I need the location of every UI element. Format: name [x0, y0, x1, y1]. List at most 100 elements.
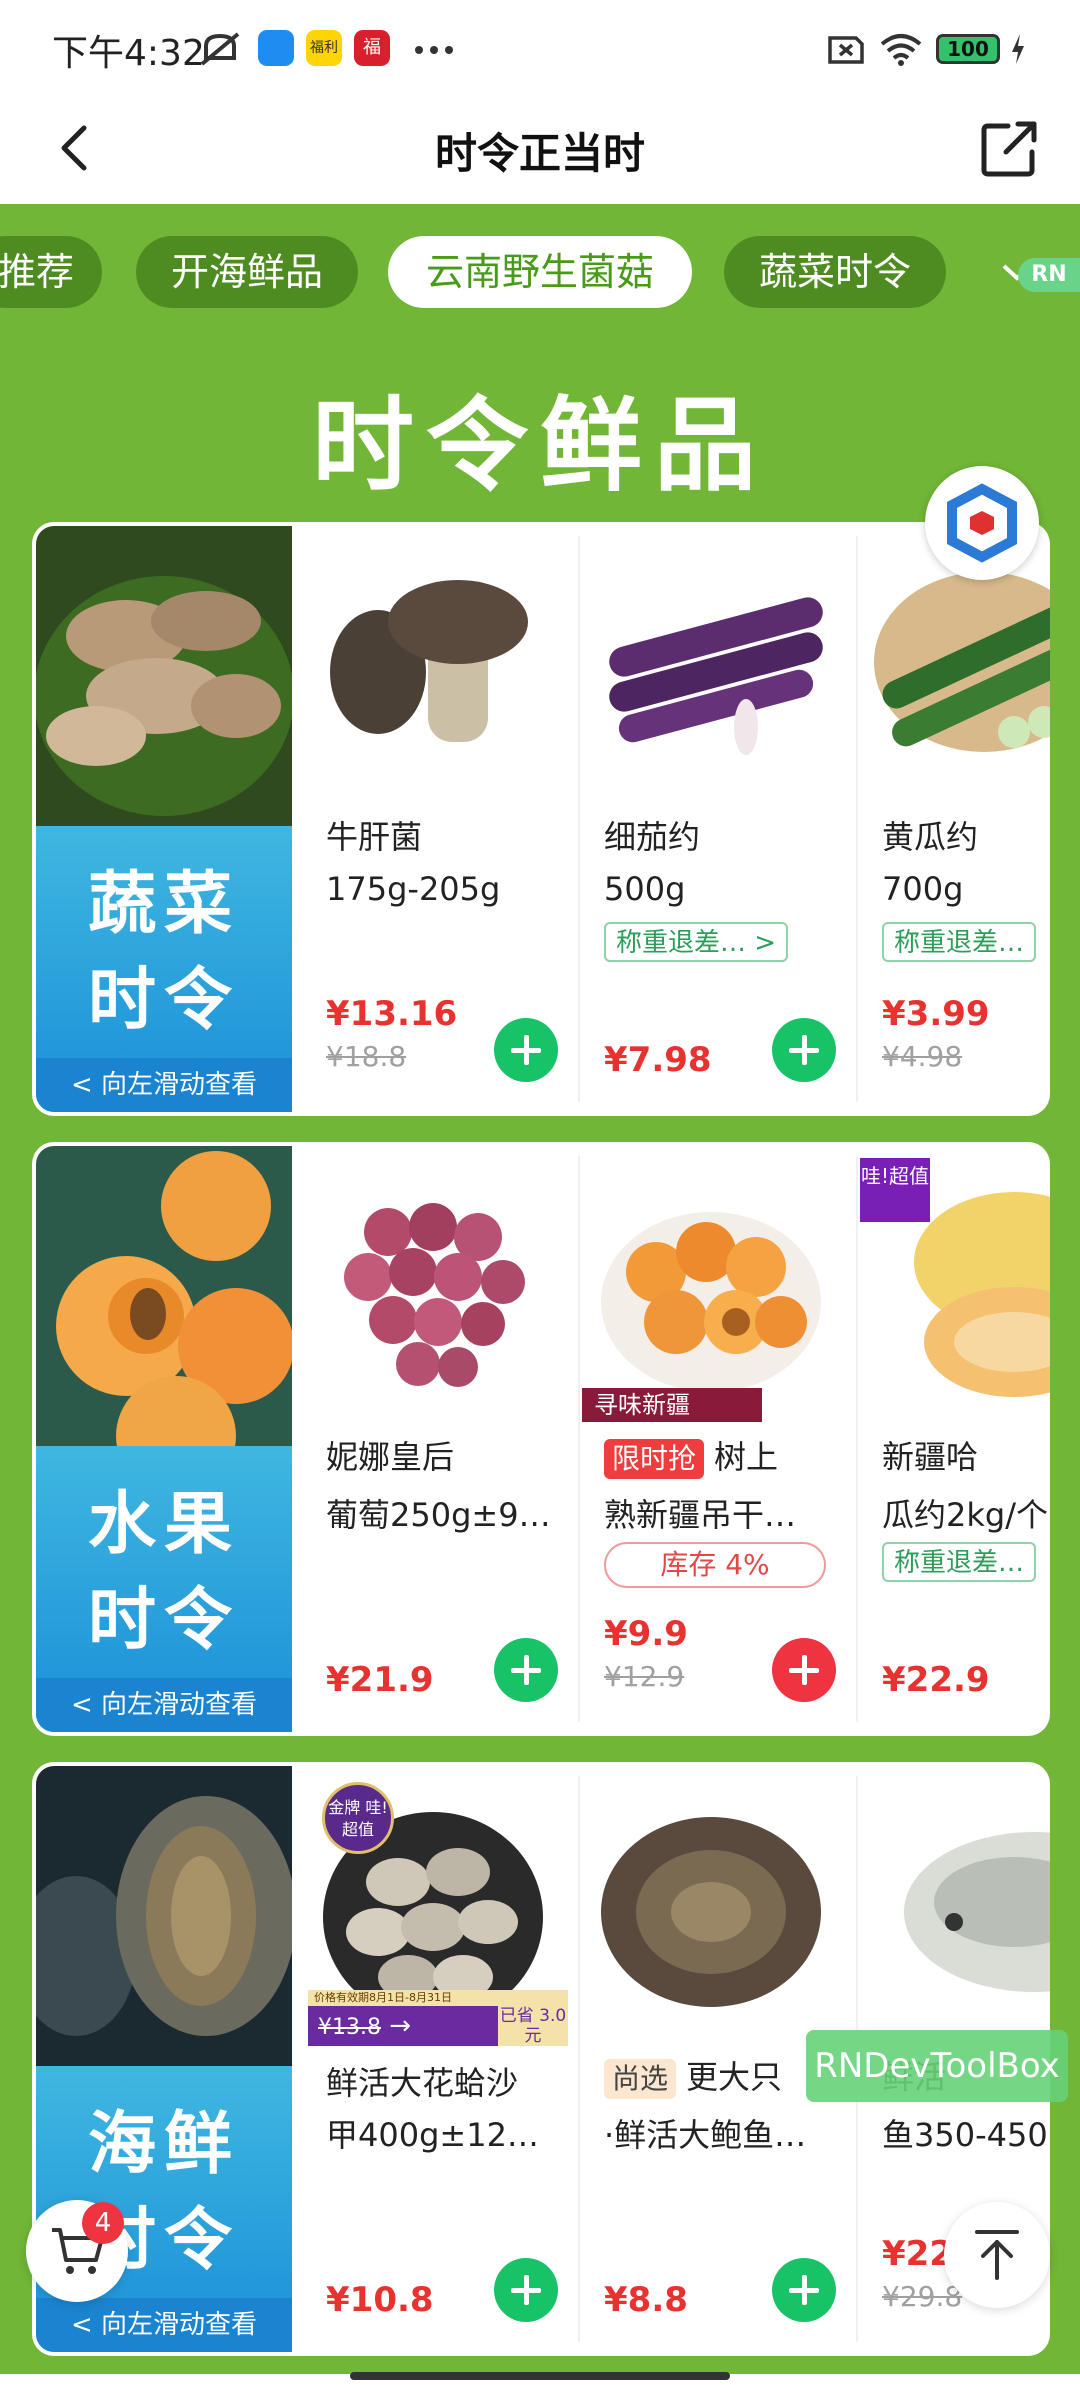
swipe-hint: < 向左滑动查看: [36, 1678, 292, 1732]
banner-line-1: 海鲜: [87, 2104, 240, 2184]
grape-image: [344, 1203, 525, 1387]
product-card[interactable]: 时令牛肝菌 175g-205g ¥13.16 ¥18.8: [294, 522, 572, 1116]
status-bar: 下午4:32 福利 福 100: [0, 0, 1080, 96]
product-title-line: 时令新疆哈: [882, 1432, 1050, 1478]
add-to-cart-button[interactable]: [494, 1638, 558, 1702]
product-title-line: 鲜活大花蛤沙: [326, 2058, 606, 2104]
product-card[interactable]: 哇!超值 时令新疆哈 瓜约2kg/个 称重退差… ¥22.9: [850, 1142, 1050, 1736]
tabs-expand[interactable]: RN: [964, 228, 1080, 314]
product-name: 更大只: [686, 2058, 783, 2096]
product-card[interactable]: 时令黄瓜约 700g 称重退差… ¥3.99 ¥4.98: [850, 522, 1050, 1116]
abalone-banner-image: [36, 1766, 292, 2096]
product-title-line: 时令细茄约: [604, 812, 884, 858]
product-name-line-2: 500g: [604, 870, 686, 908]
banner-line-2: 时令: [87, 1580, 240, 1660]
product-name: 牛肝菌: [326, 818, 423, 856]
product-name-line-2: 熟新疆吊干…: [604, 1496, 797, 1534]
charging-icon: [1012, 34, 1024, 64]
tab-seafood[interactable]: 开海鲜品: [136, 236, 358, 308]
product-name: 妮娜皇后: [326, 1438, 455, 1476]
home-indicator: [350, 2372, 730, 2380]
app-icon-2: 福利: [306, 30, 342, 66]
page-title: 时令正当时: [434, 129, 645, 178]
battery-icon: 100: [936, 34, 1000, 64]
product-original-price: ¥29.8: [882, 2280, 963, 2313]
gold-badge: 金牌 哇!超值: [322, 1782, 394, 1854]
add-to-cart-button[interactable]: [772, 2258, 836, 2322]
category-card-fruit: 水果 时令 < 向左滑动查看 时令妮娜皇后 葡萄250g±9… ¥21.9: [32, 1142, 1050, 1736]
swipe-hint: < 向左滑动查看: [36, 2298, 292, 2352]
navigation-bar: 时令正当时: [0, 96, 1080, 204]
product-name: 鲜活大花蛤沙: [326, 2064, 519, 2102]
weight-refund-pill[interactable]: 称重退差…: [882, 1542, 1037, 1582]
product-title-line: 时令黄瓜约: [882, 812, 1050, 858]
back-to-top-button[interactable]: [944, 2202, 1050, 2308]
product-card[interactable]: 金牌 哇!超值 价格有效期8月1日-8月31日 ¥13.8 → ¥10.8 已省…: [294, 1762, 572, 2356]
value-badge: 哇!超值: [860, 1158, 930, 1222]
app-icon-3: 福: [354, 30, 390, 66]
weight-refund-pill[interactable]: 称重退差… >: [604, 922, 789, 962]
category-tabs: 推荐 开海鲜品 云南野生菌菇 蔬菜时令 RN: [0, 228, 1080, 314]
cart-count-badge: 4: [82, 2202, 124, 2244]
product-name-line-2: ·鲜活大鲍鱼…: [604, 2116, 807, 2154]
apricot-image: [601, 1212, 821, 1392]
tab-recommend[interactable]: 推荐: [0, 236, 102, 308]
weight-refund-pill[interactable]: 称重退差…: [882, 922, 1037, 962]
product-title-line: 时令妮娜皇后: [326, 1432, 606, 1478]
product-name-line-2: 鱼350-450: [882, 2116, 1048, 2154]
floating-app-logo[interactable]: [925, 466, 1039, 580]
product-title-line: 限时抢 树上: [604, 1432, 884, 1479]
product-price: ¥9.9: [604, 1614, 688, 1654]
product-card[interactable]: 时令细茄约 500g 称重退差… > ¥7.98: [572, 522, 850, 1116]
product-price: ¥13.16: [326, 994, 458, 1034]
product-price: ¥7.98: [604, 1040, 712, 1080]
product-tag: 限时抢: [604, 1439, 705, 1479]
promo-saved: 已省 3.0元: [498, 2006, 568, 2046]
promo-date: 价格有效期8月1日-8月31日: [308, 1990, 568, 2006]
rn-dev-toolbox-button[interactable]: RNDevToolBox: [806, 2030, 1068, 2102]
sim-off-icon: [828, 36, 864, 64]
banner-line-2: 时令: [87, 960, 240, 1040]
product-price: ¥21.9: [326, 1660, 434, 1700]
product-original-price: ¥12.9: [604, 1660, 685, 1693]
category-banner[interactable]: 蔬菜 时令 < 向左滑动查看: [36, 526, 292, 1112]
product-name-line-2: 甲400g±12…: [326, 2116, 539, 2154]
product-name: 新疆哈: [882, 1438, 979, 1476]
product-card[interactable]: 时令妮娜皇后 葡萄250g±9… ¥21.9: [294, 1142, 572, 1736]
product-name: 树上: [714, 1438, 779, 1476]
product-name-line-2: 瓜约2kg/个: [882, 1496, 1048, 1534]
add-to-cart-button[interactable]: [494, 2258, 558, 2322]
arrow-up-icon: [975, 2230, 1019, 2280]
product-card[interactable]: 寻味新疆 限时抢 树上 熟新疆吊干… 库存 4% ¥9.9 ¥12.9: [572, 1142, 850, 1736]
category-card-vegetables: 蔬菜 时令 < 向左滑动查看 时令牛肝菌 175g-205g ¥13.16 ¥1…: [32, 522, 1050, 1116]
promo-ribbon: 寻味新疆: [582, 1388, 762, 1422]
app-icon: [258, 30, 294, 66]
cucumber-image: [874, 572, 1050, 752]
promo-price-strip: ¥13.8 → ¥10.8: [308, 2006, 498, 2083]
product-price: ¥22.9: [882, 1660, 990, 1700]
section-title: 时令鲜品: [312, 386, 768, 506]
more-dots-icon: [414, 40, 454, 54]
add-to-cart-button[interactable]: [494, 1018, 558, 1082]
apricot-banner-image: [36, 1146, 292, 1476]
status-time: 下午4:32: [52, 33, 205, 74]
add-to-cart-button[interactable]: [772, 1638, 836, 1702]
swipe-hint: < 向左滑动查看: [36, 1058, 292, 1112]
share-icon[interactable]: [978, 116, 1042, 180]
promo-old-price: ¥13.8: [318, 2015, 381, 2040]
add-to-cart-button[interactable]: [772, 1018, 836, 1082]
product-price: ¥10.8: [326, 2280, 434, 2320]
product-price: ¥8.8: [604, 2280, 688, 2320]
wifi-icon: [880, 34, 922, 66]
banner-line-1: 水果: [87, 1484, 240, 1564]
eggplant-image: [609, 597, 823, 755]
category-banner[interactable]: 水果 时令 < 向左滑动查看: [36, 1146, 292, 1732]
mute-icon: [200, 32, 240, 66]
product-price: ¥22: [882, 2234, 953, 2274]
tab-yunnan-mushroom[interactable]: 云南野生菌菇: [388, 236, 692, 308]
product-name-line-2: 葡萄250g±9…: [326, 1496, 551, 1534]
tab-vegetables[interactable]: 蔬菜时令: [724, 236, 946, 308]
stock-indicator: 库存 4%: [604, 1542, 826, 1588]
fish-image: [904, 1832, 1050, 1992]
product-name-line-2: 700g: [882, 870, 964, 908]
